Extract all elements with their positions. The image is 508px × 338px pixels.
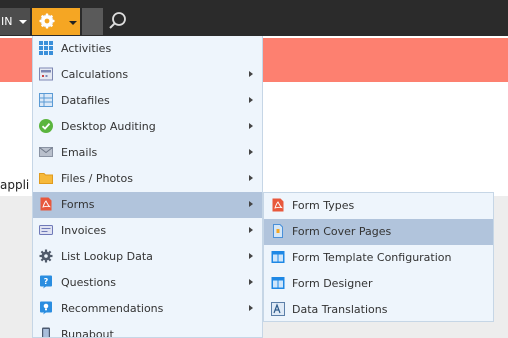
window-icon	[271, 277, 285, 289]
page-icon	[273, 224, 283, 238]
submenu-item-label: Form Designer	[292, 277, 373, 290]
menu-item-label: Activities	[61, 42, 112, 55]
menu-item-label: Desktop Auditing	[61, 120, 156, 133]
chevron-right-icon	[249, 201, 253, 207]
table-icon	[39, 93, 53, 107]
chevron-right-icon	[249, 175, 253, 181]
chevron-right-icon	[249, 71, 253, 77]
menu-item-files-photos[interactable]: Files / Photos	[33, 166, 262, 192]
menu-item-label: Forms	[61, 198, 95, 211]
submenu-item-data-translations[interactable]: Data Translations	[264, 297, 493, 323]
menu-item-label: Questions	[61, 276, 116, 289]
menu-item-desktop-auditing[interactable]: Desktop Auditing	[33, 114, 262, 140]
chevron-right-icon	[249, 97, 253, 103]
chevron-right-icon	[249, 149, 253, 155]
svg-text:?: ?	[44, 277, 49, 286]
menu-item-calculations[interactable]: Calculations	[33, 62, 262, 88]
menu-item-label: Calculations	[61, 68, 129, 81]
menu-item-datafiles[interactable]: Datafiles	[33, 88, 262, 114]
pdf-icon	[40, 197, 52, 211]
submenu-item-label: Form Types	[292, 199, 355, 212]
toolbar-button[interactable]	[82, 8, 103, 35]
menu-item-activities[interactable]: Activities	[33, 36, 262, 62]
menu-item-label: Files / Photos	[61, 172, 133, 185]
gear-icon	[39, 249, 53, 263]
submenu-item-label: Data Translations	[292, 303, 388, 316]
menu-item-label: Emails	[61, 146, 98, 159]
check-circle-icon	[39, 119, 53, 133]
forms-submenu: Form Types Form Cover Pages Form Templat…	[263, 192, 494, 322]
translate-icon	[271, 302, 285, 316]
submenu-item-form-template-configuration[interactable]: Form Template Configuration	[264, 245, 493, 271]
menu-item-invoices[interactable]: Invoices	[33, 218, 262, 244]
caret-down-icon	[69, 21, 77, 25]
settings-menu-button[interactable]	[32, 8, 80, 35]
submenu-item-form-types[interactable]: Form Types	[264, 193, 493, 219]
admin-menu-label: IN	[1, 15, 13, 28]
submenu-item-form-designer[interactable]: Form Designer	[264, 271, 493, 297]
menu-item-emails[interactable]: Emails	[33, 140, 262, 166]
menu-item-list-lookup-data[interactable]: List Lookup Data	[33, 244, 262, 270]
menu-item-forms[interactable]: Forms	[33, 192, 262, 218]
submenu-item-label: Form Cover Pages	[292, 225, 392, 238]
chevron-right-icon	[249, 123, 253, 129]
top-navbar: IN	[0, 0, 508, 36]
menu-item-label: Invoices	[61, 224, 107, 237]
admin-menu-button[interactable]: IN	[0, 8, 30, 35]
menu-item-label: List Lookup Data	[61, 250, 153, 263]
envelope-icon	[39, 147, 53, 157]
gear-icon	[39, 13, 55, 29]
chevron-right-icon	[249, 227, 253, 233]
menu-item-runabout[interactable]: Runabout	[33, 322, 262, 338]
menu-item-label: Runabout	[61, 328, 114, 338]
phone-icon	[42, 327, 50, 337]
menu-item-label: Recommendations	[61, 302, 164, 315]
submenu-item-label: Form Template Configuration	[292, 251, 452, 264]
menu-item-label: Datafiles	[61, 94, 110, 107]
pdf-icon	[272, 198, 284, 212]
chevron-right-icon	[249, 279, 253, 285]
calculator-icon	[39, 67, 53, 81]
chevron-right-icon	[249, 253, 253, 259]
caret-down-icon	[19, 20, 27, 24]
invoice-icon	[39, 225, 53, 235]
menu-item-recommendations[interactable]: Recommendations	[33, 296, 262, 322]
question-icon: ?	[40, 275, 52, 289]
submenu-item-form-cover-pages[interactable]: Form Cover Pages	[264, 219, 493, 245]
page-text: appli	[0, 178, 30, 192]
grid-icon	[39, 41, 53, 55]
lightbulb-icon	[40, 301, 52, 315]
search-icon[interactable]	[108, 11, 128, 31]
chevron-right-icon	[249, 305, 253, 311]
window-icon	[271, 251, 285, 263]
settings-dropdown-menu: Activities Calculations Datafiles Deskto…	[32, 36, 263, 338]
menu-item-questions[interactable]: ? Questions	[33, 270, 262, 296]
folder-icon	[39, 173, 53, 184]
